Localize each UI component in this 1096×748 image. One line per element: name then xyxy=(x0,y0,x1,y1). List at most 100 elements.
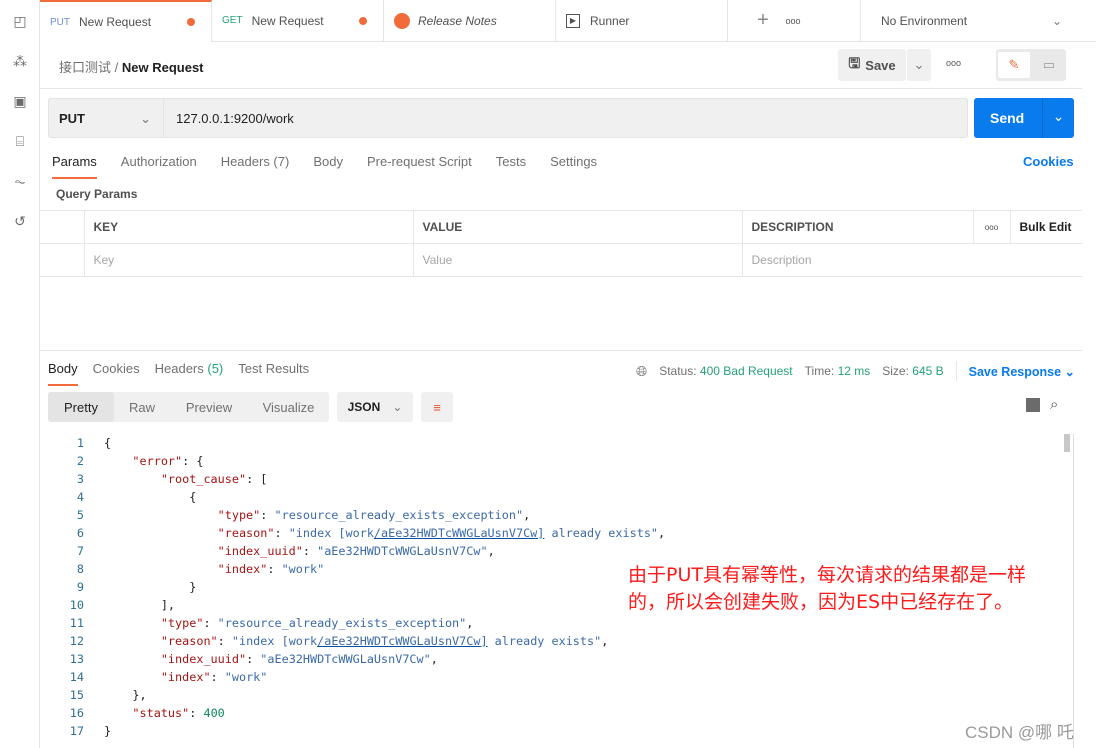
code-token: } xyxy=(104,724,112,738)
environment-select[interactable]: No Environment ⌄ xyxy=(860,0,1076,42)
code-token: "index" xyxy=(217,562,268,576)
tab-more-icon[interactable]: ooo xyxy=(778,0,808,41)
environment-icon[interactable]: ▣ xyxy=(12,93,28,109)
unsaved-dot-icon xyxy=(359,16,367,25)
breadcrumb-current[interactable]: New Request xyxy=(122,60,204,75)
code-line: { xyxy=(104,490,196,504)
column-key: KEY xyxy=(83,210,414,244)
code-token: "type" xyxy=(160,616,204,630)
chevron-down-icon: ⌄ xyxy=(140,111,151,126)
comments-icon[interactable]: ▭ xyxy=(1034,57,1064,73)
line-number: 2 xyxy=(76,454,84,468)
format-select[interactable]: JSON ⌄ xyxy=(337,392,413,422)
save-response-label: Save Response xyxy=(968,364,1062,379)
code-line: "error": { xyxy=(104,454,203,468)
cookies-link[interactable]: Cookies xyxy=(1023,154,1074,169)
line-number: 1 xyxy=(76,436,84,450)
divider xyxy=(955,361,957,381)
wrap-lines-button[interactable]: ≡ xyxy=(421,392,453,422)
save-label: Save xyxy=(865,57,896,73)
tab-headers[interactable]: Headers (7) xyxy=(221,154,290,179)
tab-runner[interactable]: ▶ Runner xyxy=(556,0,728,41)
method-select[interactable]: PUT ⌄ xyxy=(49,99,164,137)
sidebar: ◰ ⁂ ▣ ⌸ ⏦ ↺ xyxy=(0,0,40,748)
breadcrumb-parent[interactable]: 接口测试 xyxy=(59,60,111,75)
history-icon[interactable]: ↺ xyxy=(12,213,28,229)
tab-release-notes[interactable]: Release Notes xyxy=(384,0,556,41)
tab-authorization[interactable]: Authorization xyxy=(121,154,197,179)
code-token: "index_uuid" xyxy=(217,544,303,558)
tab-get-new-request[interactable]: GET New Request xyxy=(212,0,384,41)
line-number: 13 xyxy=(69,652,84,666)
response-tab-test-results[interactable]: Test Results xyxy=(238,361,309,386)
table-row: Key Value Description xyxy=(40,243,1082,277)
edit-pencil-icon[interactable]: ✎ xyxy=(998,52,1030,78)
value-input[interactable]: Value xyxy=(412,243,743,277)
bulk-edit-button[interactable]: Bulk Edit xyxy=(1009,210,1082,244)
column-options-icon[interactable]: ooo xyxy=(972,210,1011,244)
line-number: 4 xyxy=(76,490,84,504)
send-button[interactable]: Send ⌄ xyxy=(974,98,1074,138)
code-token: : xyxy=(203,616,218,630)
save-dropdown-button[interactable]: ⌄ xyxy=(907,49,931,81)
monitor-icon[interactable]: ⏦ xyxy=(12,173,28,189)
key-input[interactable]: Key xyxy=(83,243,414,277)
time-item: Time: 12 ms xyxy=(805,364,871,378)
code-line: "type": "resource_already_exists_excepti… xyxy=(104,508,531,522)
send-dropdown-chevron-icon[interactable]: ⌄ xyxy=(1042,98,1074,138)
response-tab-body[interactable]: Body xyxy=(48,361,78,386)
line-number: 17 xyxy=(69,724,84,738)
code-line: ], xyxy=(104,598,175,612)
copy-icon[interactable] xyxy=(1026,398,1040,412)
response-status: 🌐︎ Status: 400 Bad Request Time: 12 ms S… xyxy=(636,361,1075,381)
code-token: "resource_already_exists_exception" xyxy=(217,616,467,630)
tab-params[interactable]: Params xyxy=(52,154,97,179)
url-input[interactable]: 127.0.0.1:9200/work xyxy=(176,111,294,126)
code-token: "work" xyxy=(281,562,325,576)
view-raw[interactable]: Raw xyxy=(114,392,170,422)
view-pretty[interactable]: Pretty xyxy=(48,392,114,422)
row-checkbox xyxy=(40,243,85,277)
view-preview[interactable]: Preview xyxy=(170,392,248,422)
code-line: "index_uuid": "aEe32HWDTcWWGLaUsnV7Cw", xyxy=(104,544,495,558)
search-icon[interactable]: ⌕ xyxy=(1050,396,1058,413)
line-number: 6 xyxy=(76,526,84,540)
tab-settings[interactable]: Settings xyxy=(550,154,597,179)
globe-icon: 🌐︎ xyxy=(636,362,648,379)
status-label: Status: xyxy=(659,364,697,378)
code-token: "index" xyxy=(160,670,211,684)
line-number: 14 xyxy=(69,670,84,684)
description-input[interactable]: Description xyxy=(741,243,1082,277)
code-token: /aEe32HWDTcWWGLaUsnV7Cw] xyxy=(317,634,488,648)
tab-tests[interactable]: Tests xyxy=(496,154,526,179)
tab-pre-request-script[interactable]: Pre-request Script xyxy=(367,154,472,179)
save-button[interactable]: 🖫 Save xyxy=(838,49,906,81)
chevron-down-icon: ⌄ xyxy=(913,57,925,72)
new-tab-plus-icon[interactable]: + xyxy=(748,0,778,41)
response-tab-headers[interactable]: Headers (5) xyxy=(155,361,224,386)
line-number: 7 xyxy=(76,544,84,558)
code-line: } xyxy=(104,724,111,738)
tab-put-new-request[interactable]: PUT New Request xyxy=(40,0,212,42)
code-line: { xyxy=(104,436,111,450)
apis-icon[interactable]: ⁂ xyxy=(12,53,28,69)
new-file-icon[interactable]: ◰ xyxy=(12,13,28,29)
mock-server-icon[interactable]: ⌸ xyxy=(12,133,28,149)
save-response-button[interactable]: Save Response ⌄ xyxy=(969,364,1075,379)
code-token: , xyxy=(430,652,438,666)
annotation-text: 由于PUT具有幂等性，每次请求的结果都是一样的，所以会创建失败，因为ES中已经存… xyxy=(628,564,1026,613)
column-value: VALUE xyxy=(412,210,743,244)
more-options-icon[interactable]: ooo xyxy=(946,58,961,68)
tab-body[interactable]: Body xyxy=(313,154,343,179)
method-value: PUT xyxy=(59,111,85,126)
response-tab-cookies[interactable]: Cookies xyxy=(93,361,140,386)
code-token: : [ xyxy=(246,472,268,486)
code-token: : xyxy=(302,544,318,558)
tab-label: New Request xyxy=(79,15,152,29)
view-visualize[interactable]: Visualize xyxy=(248,392,329,422)
chevron-down-icon: ⌄ xyxy=(392,400,403,414)
query-params-table: KEY VALUE DESCRIPTION ooo Bulk Edit Key … xyxy=(40,210,1082,277)
code-line: "root_cause": [ xyxy=(104,472,268,486)
scrollbar[interactable] xyxy=(1064,434,1070,452)
